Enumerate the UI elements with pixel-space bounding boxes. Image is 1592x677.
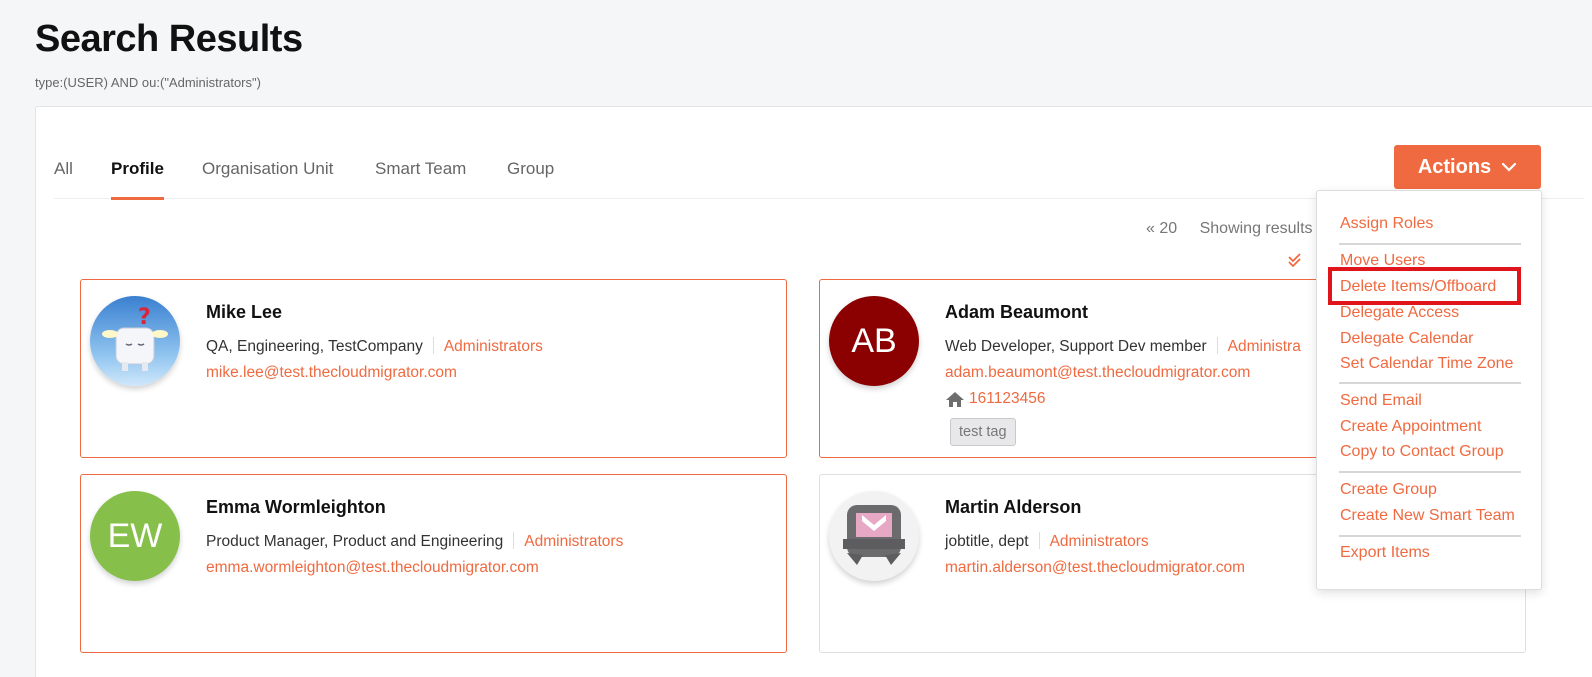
menu-item-export-items[interactable]: Export Items (1340, 544, 1430, 562)
menu-item-create-appointment[interactable]: Create Appointment (1340, 418, 1481, 436)
user-job-info: Product Manager, Product and Engineering (206, 533, 504, 550)
user-phone[interactable]: 161123456 (945, 390, 1045, 408)
avatar: ? (90, 296, 180, 386)
user-details: Product Manager, Product and Engineering… (206, 532, 623, 551)
menu-item-delegate-calendar[interactable]: Delegate Calendar (1340, 330, 1473, 348)
double-check-icon[interactable] (1288, 252, 1304, 268)
menu-item-send-email[interactable]: Send Email (1340, 392, 1422, 410)
menu-item-move-users[interactable]: Move Users (1340, 252, 1425, 270)
tab-all[interactable]: All (54, 157, 73, 199)
results-summary: Showing results (1199, 220, 1313, 237)
pagination: « 20 Showing results (1146, 220, 1313, 238)
tab-group[interactable]: Group (507, 157, 554, 199)
actions-menu: Assign Roles Move Users Delete Items/Off… (1316, 190, 1542, 590)
chevron-down-icon (1502, 162, 1517, 172)
user-ou-link[interactable]: Administrators (1050, 533, 1149, 550)
tab-profile[interactable]: Profile (111, 157, 164, 200)
menu-divider (1339, 243, 1521, 245)
user-phone-number: 161123456 (969, 390, 1046, 407)
divider (1216, 337, 1218, 354)
user-card[interactable]: EW Emma Wormleighton Product Manager, Pr… (80, 474, 787, 653)
menu-item-set-calendar-time-zone[interactable]: Set Calendar Time Zone (1340, 355, 1513, 373)
page-title: Search Results (35, 18, 303, 60)
user-ou-link[interactable]: Administrators (444, 338, 543, 355)
avatar: AB (829, 296, 919, 386)
menu-item-copy-to-contact-group[interactable]: Copy to Contact Group (1340, 443, 1504, 461)
avatar: EW (90, 491, 180, 581)
user-name[interactable]: Adam Beaumont (945, 302, 1088, 323)
user-name[interactable]: Mike Lee (206, 302, 282, 323)
svg-text:?: ? (138, 305, 151, 330)
user-tag[interactable]: test tag (950, 418, 1016, 446)
user-name[interactable]: Emma Wormleighton (206, 497, 386, 518)
user-email-link[interactable]: martin.alderson@test.thecloudmigrator.co… (945, 559, 1245, 577)
divider (432, 337, 434, 354)
menu-item-create-group[interactable]: Create Group (1340, 481, 1437, 499)
user-email-link[interactable]: adam.beaumont@test.thecloudmigrator.com (945, 364, 1250, 382)
home-icon (946, 391, 964, 407)
search-query: type:(USER) AND ou:("Administrators") (35, 75, 261, 90)
user-job-info: QA, Engineering, TestCompany (206, 338, 423, 355)
divider (1038, 532, 1040, 549)
avatar-image (843, 505, 905, 565)
user-card[interactable]: ? Mike Lee QA, Engineering, TestCompany A… (80, 279, 787, 458)
user-job-info: Web Developer, Support Dev member (945, 338, 1207, 355)
actions-label: Actions (1417, 155, 1492, 178)
user-details: Web Developer, Support Dev member Adminis… (945, 337, 1301, 356)
actions-button[interactable]: Actions (1394, 145, 1541, 189)
menu-divider (1339, 535, 1521, 537)
menu-item-assign-roles[interactable]: Assign Roles (1340, 215, 1433, 233)
user-details: jobtitle, dept Administrators (945, 532, 1149, 551)
tab-organisation-unit[interactable]: Organisation Unit (202, 157, 333, 199)
menu-divider (1339, 382, 1521, 384)
tab-smart-team[interactable]: Smart Team (375, 157, 466, 199)
previous-page-link[interactable]: « 20 (1146, 220, 1177, 237)
avatar-image: ? (102, 305, 168, 371)
user-name[interactable]: Martin Alderson (945, 497, 1081, 518)
user-ou-link[interactable]: Administra (1228, 338, 1301, 355)
user-job-info: jobtitle, dept (945, 533, 1029, 550)
menu-item-delete-items-offboard[interactable]: Delete Items/Offboard (1340, 278, 1496, 296)
menu-item-create-new-smart-team[interactable]: Create New Smart Team (1340, 507, 1515, 525)
menu-divider (1339, 471, 1521, 473)
menu-item-delegate-access[interactable]: Delegate Access (1340, 304, 1459, 322)
divider (513, 532, 515, 549)
user-ou-link[interactable]: Administrators (524, 533, 623, 550)
user-email-link[interactable]: emma.wormleighton@test.thecloudmigrator.… (206, 559, 539, 577)
user-email-link[interactable]: mike.lee@test.thecloudmigrator.com (206, 364, 457, 382)
user-details: QA, Engineering, TestCompany Administrato… (206, 337, 543, 356)
avatar (829, 491, 919, 581)
